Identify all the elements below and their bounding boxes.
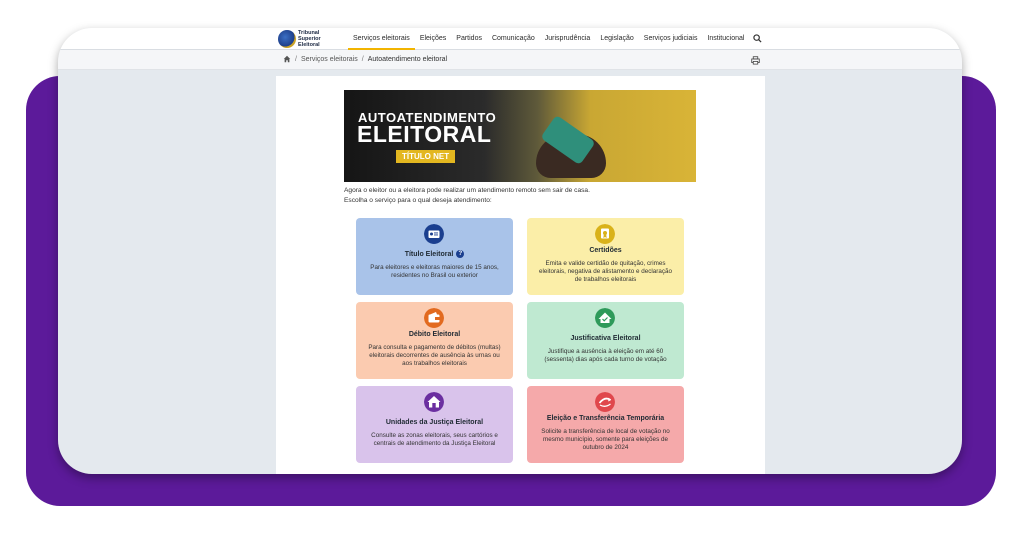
breadcrumb-separator: / [361,55,364,63]
banner-title-line2: ELEITORAL [357,121,492,147]
card-desc-justificativa-eleitoral: Justifique a ausência à eleição em até 6… [544,348,667,363]
breadcrumb-current: Autoatendimento eleitoral [367,55,448,63]
nav-servicos-eleitorais[interactable]: Serviços eleitorais [348,28,415,50]
card-title-eleicao-transferencia-temporaria: Eleição e Transferência Temporária [546,415,665,422]
card-title-debito-eleitoral: Débito Eleitoral [408,331,461,338]
service-card-debito-eleitoral[interactable]: Débito Eleitoral Para consulta e pagamen… [356,302,513,379]
service-card-titulo-eleitoral[interactable]: Título Eleitoral? Para eleitores e eleit… [356,218,513,295]
service-card-eleicao-transferencia-temporaria[interactable]: Eleição e Transferência Temporária Solic… [527,386,684,463]
help-icon[interactable]: ? [456,250,465,258]
card-title-text: Título Eleitoral [404,250,454,258]
card-desc-unidades-justica-eleitoral: Consulte as zonas eleitorais, seus cartó… [371,432,498,447]
logo-text: Tribunal Superior Eleitoral [298,30,321,48]
service-card-certidoes[interactable]: Certidões Emita e valide certidão de qui… [527,218,684,295]
home-icon[interactable] [283,55,291,63]
nav-legislacao[interactable]: Legislação [595,28,638,50]
autoatendimento-banner: AUTOATENDIMENTO ELEITORAL TÍTULO NET [344,90,696,182]
intro-line-1: Agora o eleitor ou a eleitora pode reali… [344,187,590,194]
service-card-justificativa-eleitoral[interactable]: Justificativa Eleitoral Justifique a aus… [527,302,684,379]
tse-logo[interactable]: Tribunal Superior Eleitoral [278,30,338,48]
nav-partidos[interactable]: Partidos [451,28,487,50]
id-card-icon [424,224,444,244]
nav-servicos-judiciais[interactable]: Serviços judiciais [639,28,703,50]
card-desc-titulo-eleitoral: Para eleitores e eleitoras maiores de 15… [370,264,499,279]
intro-line-2: Escolha o serviço para o qual deseja ate… [344,197,492,204]
search-icon[interactable] [753,34,762,43]
print-icon[interactable] [751,56,760,65]
certificate-icon [595,224,615,244]
breadcrumb-bar: / Serviços eleitorais / Autoatendimento … [58,50,962,70]
card-title-titulo-eleitoral: Título Eleitoral? [356,250,513,258]
breadcrumb-separator: / [295,55,297,63]
main-nav: Serviços eleitorais Eleições Partidos Co… [348,28,749,50]
main-content: AUTOATENDIMENTO ELEITORAL TÍTULO NET Ago… [276,76,765,474]
card-title-unidades-justica-eleitoral: Unidades da Justiça Eleitoral [385,419,484,426]
nav-comunicacao[interactable]: Comunicação [487,28,540,50]
building-icon [424,392,444,412]
nav-jurisprudencia[interactable]: Jurisprudência [540,28,596,50]
nav-eleicoes[interactable]: Eleições [415,28,451,50]
nav-institucional[interactable]: Institucional [702,28,749,50]
card-desc-eleicao-transferencia-temporaria: Solicite a transferência de local de vot… [541,428,670,451]
justification-icon [595,308,615,328]
transfer-icon [595,392,615,412]
banner-badge: TÍTULO NET [396,150,456,163]
browser-window: Tribunal Superior Eleitoral Serviços ele… [58,28,962,474]
tse-seal-icon [278,30,296,48]
breadcrumb-servicos-eleitorais[interactable]: Serviços eleitorais [301,56,358,63]
breadcrumb: / Serviços eleitorais / Autoatendimento … [283,55,447,63]
card-desc-debito-eleitoral: Para consulta e pagamento de débitos (mu… [368,344,501,367]
wallet-icon [424,308,444,328]
card-title-justificativa-eleitoral: Justificativa Eleitoral [570,335,641,342]
intro-text: Agora o eleitor ou a eleitora pode reali… [344,186,590,206]
card-desc-certidoes: Emita e valide certidão de quitação, cri… [538,260,673,283]
site-header: Tribunal Superior Eleitoral Serviços ele… [58,28,962,50]
card-title-certidoes: Certidões [589,247,622,254]
service-card-unidades-justica-eleitoral[interactable]: Unidades da Justiça Eleitoral Consulte a… [356,386,513,463]
